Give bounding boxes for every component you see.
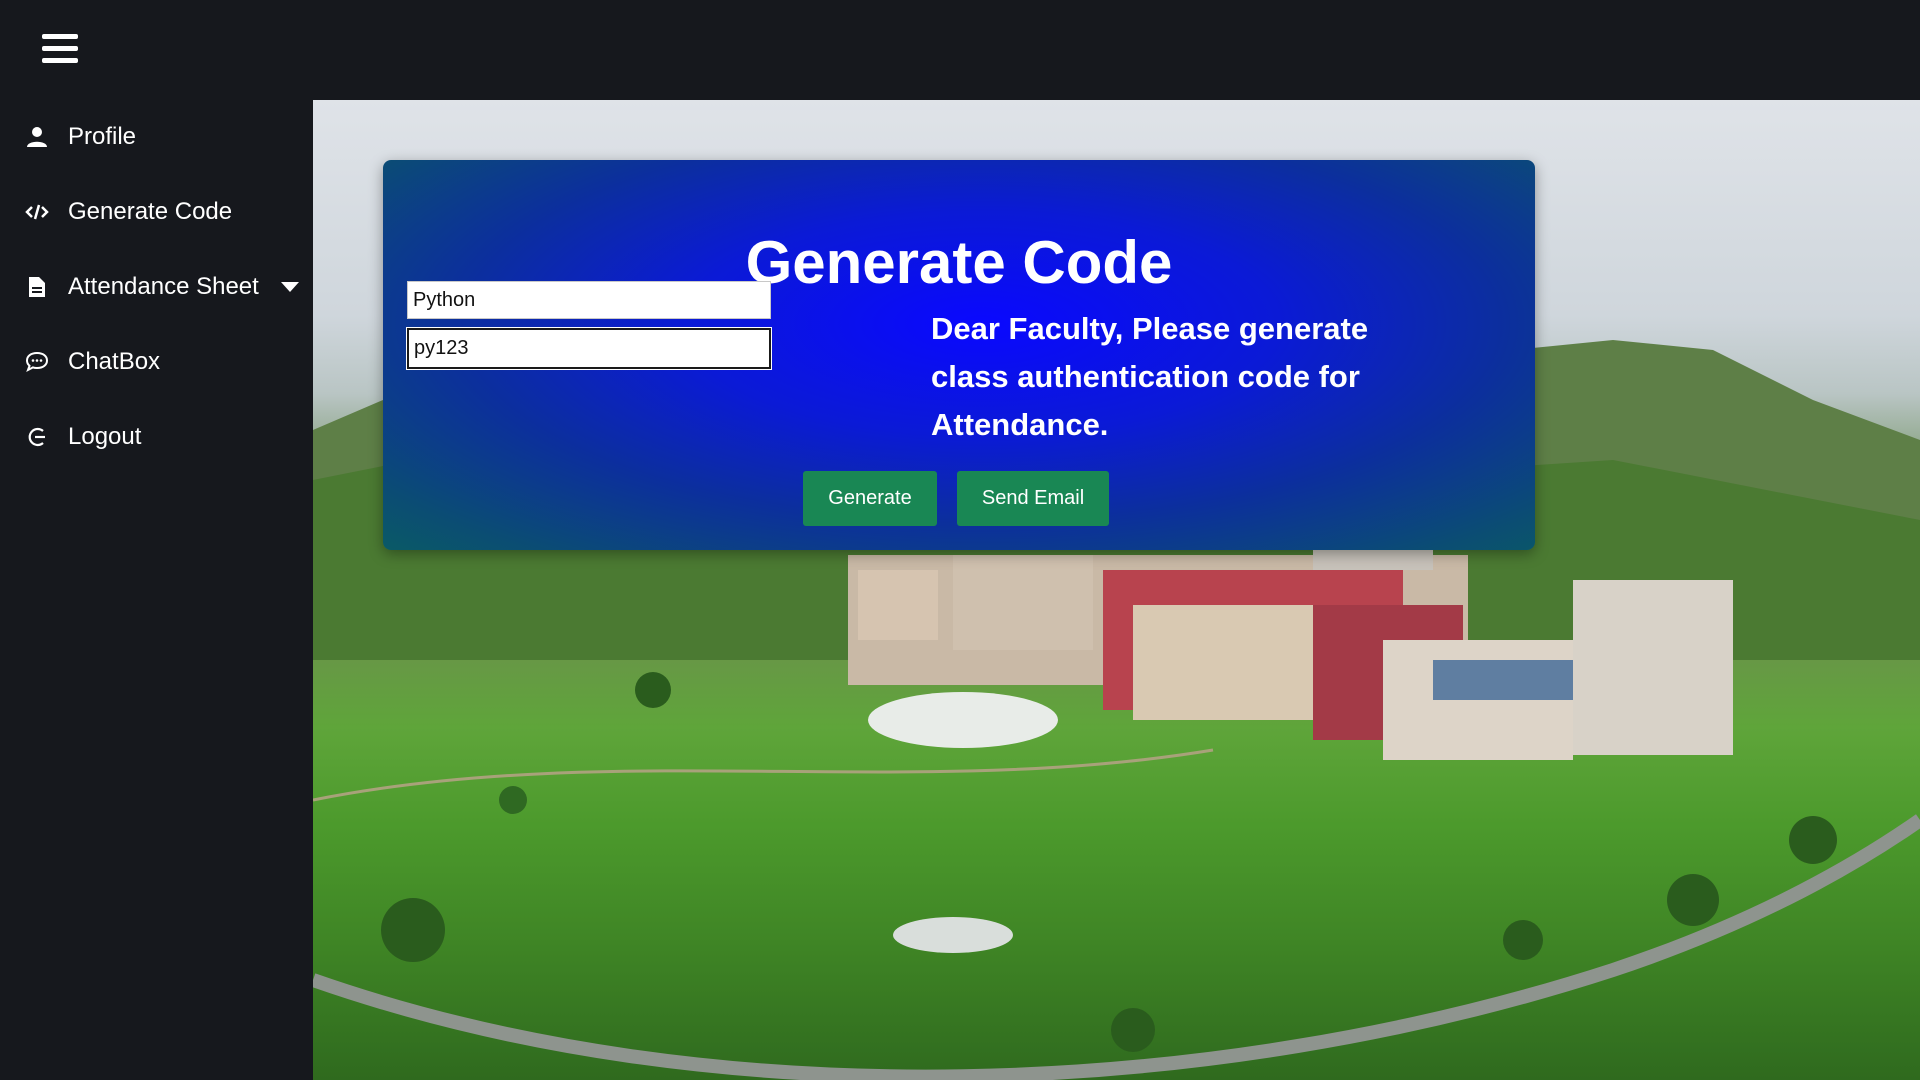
instruction-message: Dear Faculty, Please generate class auth… [931,311,1369,442]
generate-code-card: Generate Code Dear Faculty, Please gener… [383,160,1535,550]
sidebar-item-label: Profile [68,123,137,150]
sidebar-item-generate-code[interactable]: Generate Code [0,182,313,242]
file-icon [24,274,50,300]
sidebar-item-label: Generate Code [68,198,233,225]
sidebar-item-label: ChatBox [68,348,161,375]
sidebar-item-label: Logout [68,423,142,450]
sidebar-item-logout[interactable]: Logout [0,407,313,467]
logout-icon [24,424,50,450]
sidebar-item-chatbox[interactable]: ChatBox [0,332,313,392]
sidebar-item-profile[interactable]: Profile [0,107,313,167]
subject-input[interactable] [407,281,771,319]
top-bar [0,0,1920,100]
sidebar: Profile Generate Code Attendance Sheet C… [0,100,313,1080]
sidebar-item-label: Attendance Sheet [68,273,259,300]
chat-icon [24,349,50,375]
sidebar-item-attendance-sheet[interactable]: Attendance Sheet [0,257,313,317]
hamburger-menu-icon[interactable] [42,34,78,66]
code-icon [24,199,50,225]
user-icon [24,124,50,150]
send-email-button[interactable]: Send Email [957,471,1109,526]
code-input[interactable] [407,328,771,369]
chevron-down-icon[interactable] [280,282,299,292]
main-content: Generate Code Dear Faculty, Please gener… [313,100,1920,1080]
generate-button[interactable]: Generate [803,471,937,526]
